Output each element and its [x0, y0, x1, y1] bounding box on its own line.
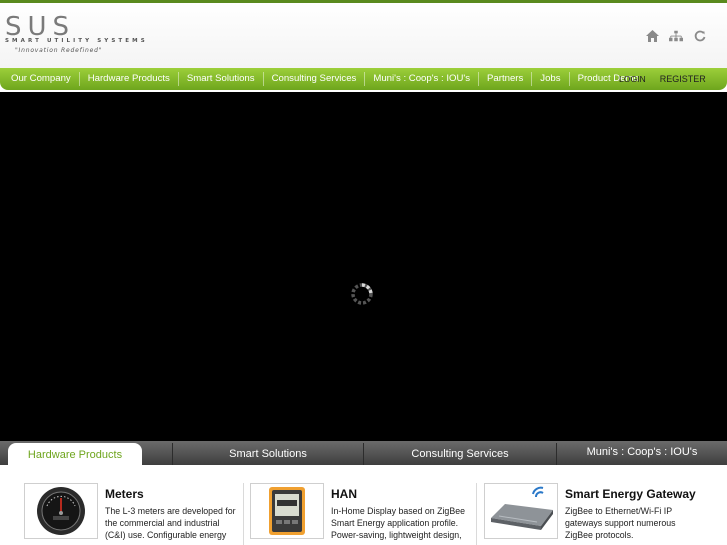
- in-home-display-icon[interactable]: [250, 483, 324, 539]
- home-icon[interactable]: [645, 29, 659, 43]
- logo-tagline: "Innovation Redefined": [15, 47, 103, 54]
- nav-munis-coops-ious[interactable]: Muni's : Coop's : IOU's: [365, 68, 478, 90]
- tab-hardware-products[interactable]: Hardware Products: [8, 443, 142, 465]
- nav-partners[interactable]: Partners: [479, 68, 531, 90]
- main-navigation: Our Company Hardware Products Smart Solu…: [0, 68, 727, 90]
- product-title-meters[interactable]: Meters: [105, 487, 144, 501]
- tab-munis-coops-ious[interactable]: Muni's : Coop's : IOU's: [557, 441, 727, 465]
- product-desc-han: In-Home Display based on ZigBee Smart En…: [331, 506, 465, 540]
- gateway-router-icon[interactable]: [484, 483, 558, 539]
- logo-subtitle: SMART UTILITY SYSTEMS: [5, 38, 148, 44]
- video-player[interactable]: [0, 92, 727, 442]
- category-tabs: Hardware Products Smart Solutions Consul…: [0, 441, 727, 465]
- tab-consulting-services[interactable]: Consulting Services: [364, 441, 556, 465]
- product-desc-meters: The L-3 meters are developed for the com…: [105, 506, 236, 540]
- nav-smart-solutions[interactable]: Smart Solutions: [179, 68, 263, 90]
- login-link[interactable]: LOGIN: [619, 68, 646, 90]
- products-panel: Meters The L-3 meters are developed for …: [0, 465, 727, 545]
- nav-hardware-products[interactable]: Hardware Products: [80, 68, 178, 90]
- product-desc-smart-energy-gateway: ZigBee to Ethernet/Wi-Fi IP gateways sup…: [565, 506, 676, 540]
- nav-consulting-services[interactable]: Consulting Services: [264, 68, 365, 90]
- auth-links: LOGIN REGISTER: [604, 68, 706, 90]
- refresh-icon[interactable]: [693, 29, 707, 43]
- tab-smart-solutions[interactable]: Smart Solutions: [173, 441, 363, 465]
- meter-gauge-icon[interactable]: [24, 483, 98, 539]
- nav-our-company[interactable]: Our Company: [3, 68, 79, 90]
- loading-spinner-icon: [351, 283, 373, 305]
- sitemap-icon[interactable]: [669, 29, 683, 43]
- nav-jobs[interactable]: Jobs: [532, 68, 568, 90]
- logo-mark: SUS: [5, 12, 76, 42]
- product-title-han[interactable]: HAN: [331, 487, 357, 501]
- product-title-smart-energy-gateway[interactable]: Smart Energy Gateway: [565, 487, 696, 501]
- site-header: SUS SMART UTILITY SYSTEMS "Innovation Re…: [0, 3, 727, 68]
- product-divider: [476, 483, 477, 545]
- product-divider: [243, 483, 244, 545]
- sus-logo[interactable]: SUS SMART UTILITY SYSTEMS "Innovation Re…: [5, 12, 145, 55]
- header-icons: [645, 29, 707, 43]
- register-link[interactable]: REGISTER: [660, 68, 706, 90]
